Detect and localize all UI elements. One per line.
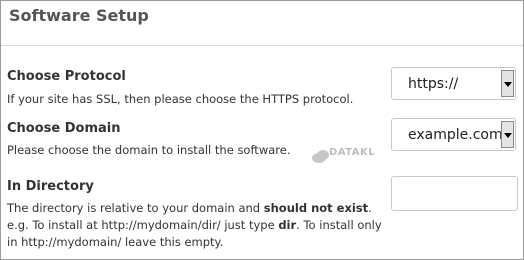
watermark-logo: DATAKL (311, 147, 375, 168)
directory-desc-bold-2: dir (278, 218, 297, 232)
panel-header: Software Setup (1, 1, 523, 46)
protocol-label: Choose Protocol (7, 69, 126, 84)
directory-label: In Directory (7, 179, 94, 194)
domain-select[interactable]: example.com (391, 118, 516, 151)
directory-description: The directory is relative to your domain… (7, 200, 387, 251)
software-setup-panel: Software Setup Choose Protocol If your s… (0, 0, 524, 260)
directory-desc-bold-1: should not exist (263, 201, 369, 215)
protocol-selected-value: https:// (408, 76, 459, 92)
protocol-dropdown-arrow[interactable] (501, 70, 514, 97)
domain-selected-value: example.com (408, 127, 503, 143)
protocol-description: If your site has SSL, then please choose… (7, 92, 354, 106)
panel-title: Software Setup (9, 6, 149, 25)
chevron-down-icon (504, 82, 512, 87)
cloud-icon (312, 150, 329, 163)
directory-input[interactable] (391, 176, 518, 211)
watermark-text: DATAKL (329, 147, 376, 158)
domain-dropdown-arrow[interactable] (501, 121, 514, 148)
domain-label: Choose Domain (7, 121, 121, 136)
chevron-down-icon (504, 133, 512, 138)
protocol-select[interactable]: https:// (391, 67, 516, 100)
domain-description: Please choose the domain to install the … (7, 143, 291, 157)
directory-desc-text-1: The directory is relative to your domain… (7, 201, 264, 215)
